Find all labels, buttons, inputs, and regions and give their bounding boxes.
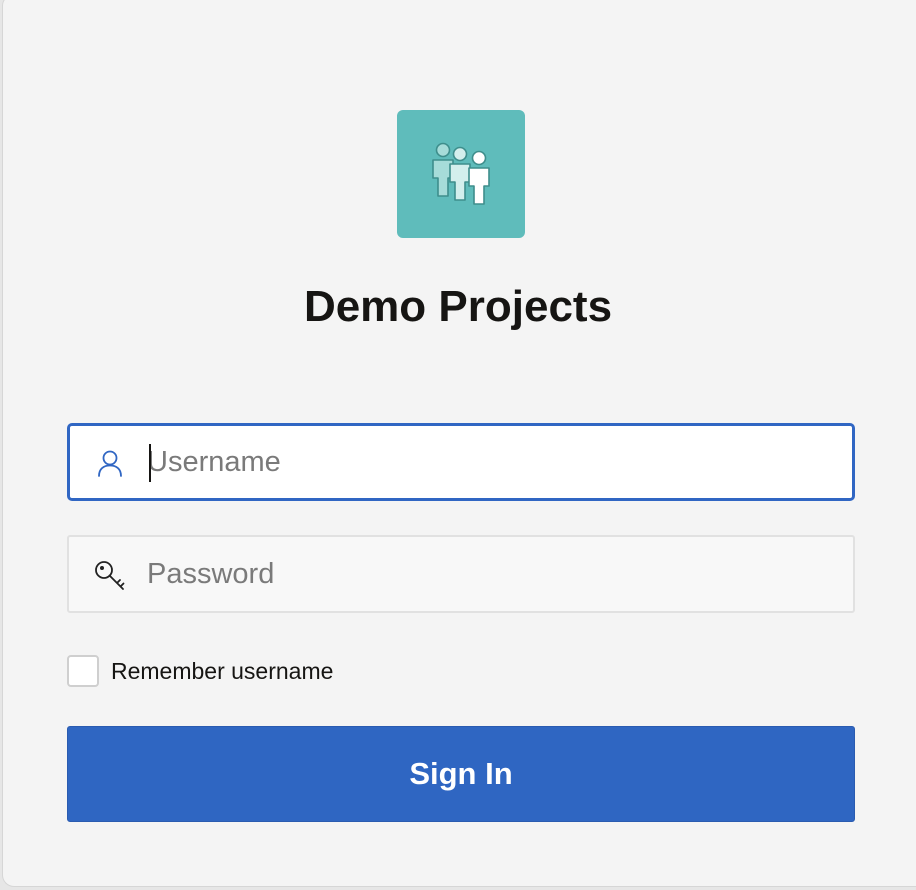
remember-username[interactable]: Remember username	[67, 654, 333, 688]
remember-label[interactable]: Remember username	[111, 658, 333, 685]
username-field[interactable]	[67, 423, 855, 501]
page-title: Demo Projects	[303, 282, 613, 331]
remember-checkbox[interactable]	[67, 655, 99, 687]
text-caret	[149, 444, 151, 482]
password-field[interactable]	[67, 535, 855, 613]
password-input[interactable]	[147, 537, 837, 611]
sign-in-button[interactable]: Sign In	[67, 726, 855, 822]
app-logo	[397, 110, 525, 238]
key-icon	[93, 559, 127, 593]
username-input[interactable]	[147, 426, 837, 498]
user-icon	[93, 447, 127, 481]
people-group-icon	[432, 142, 490, 205]
